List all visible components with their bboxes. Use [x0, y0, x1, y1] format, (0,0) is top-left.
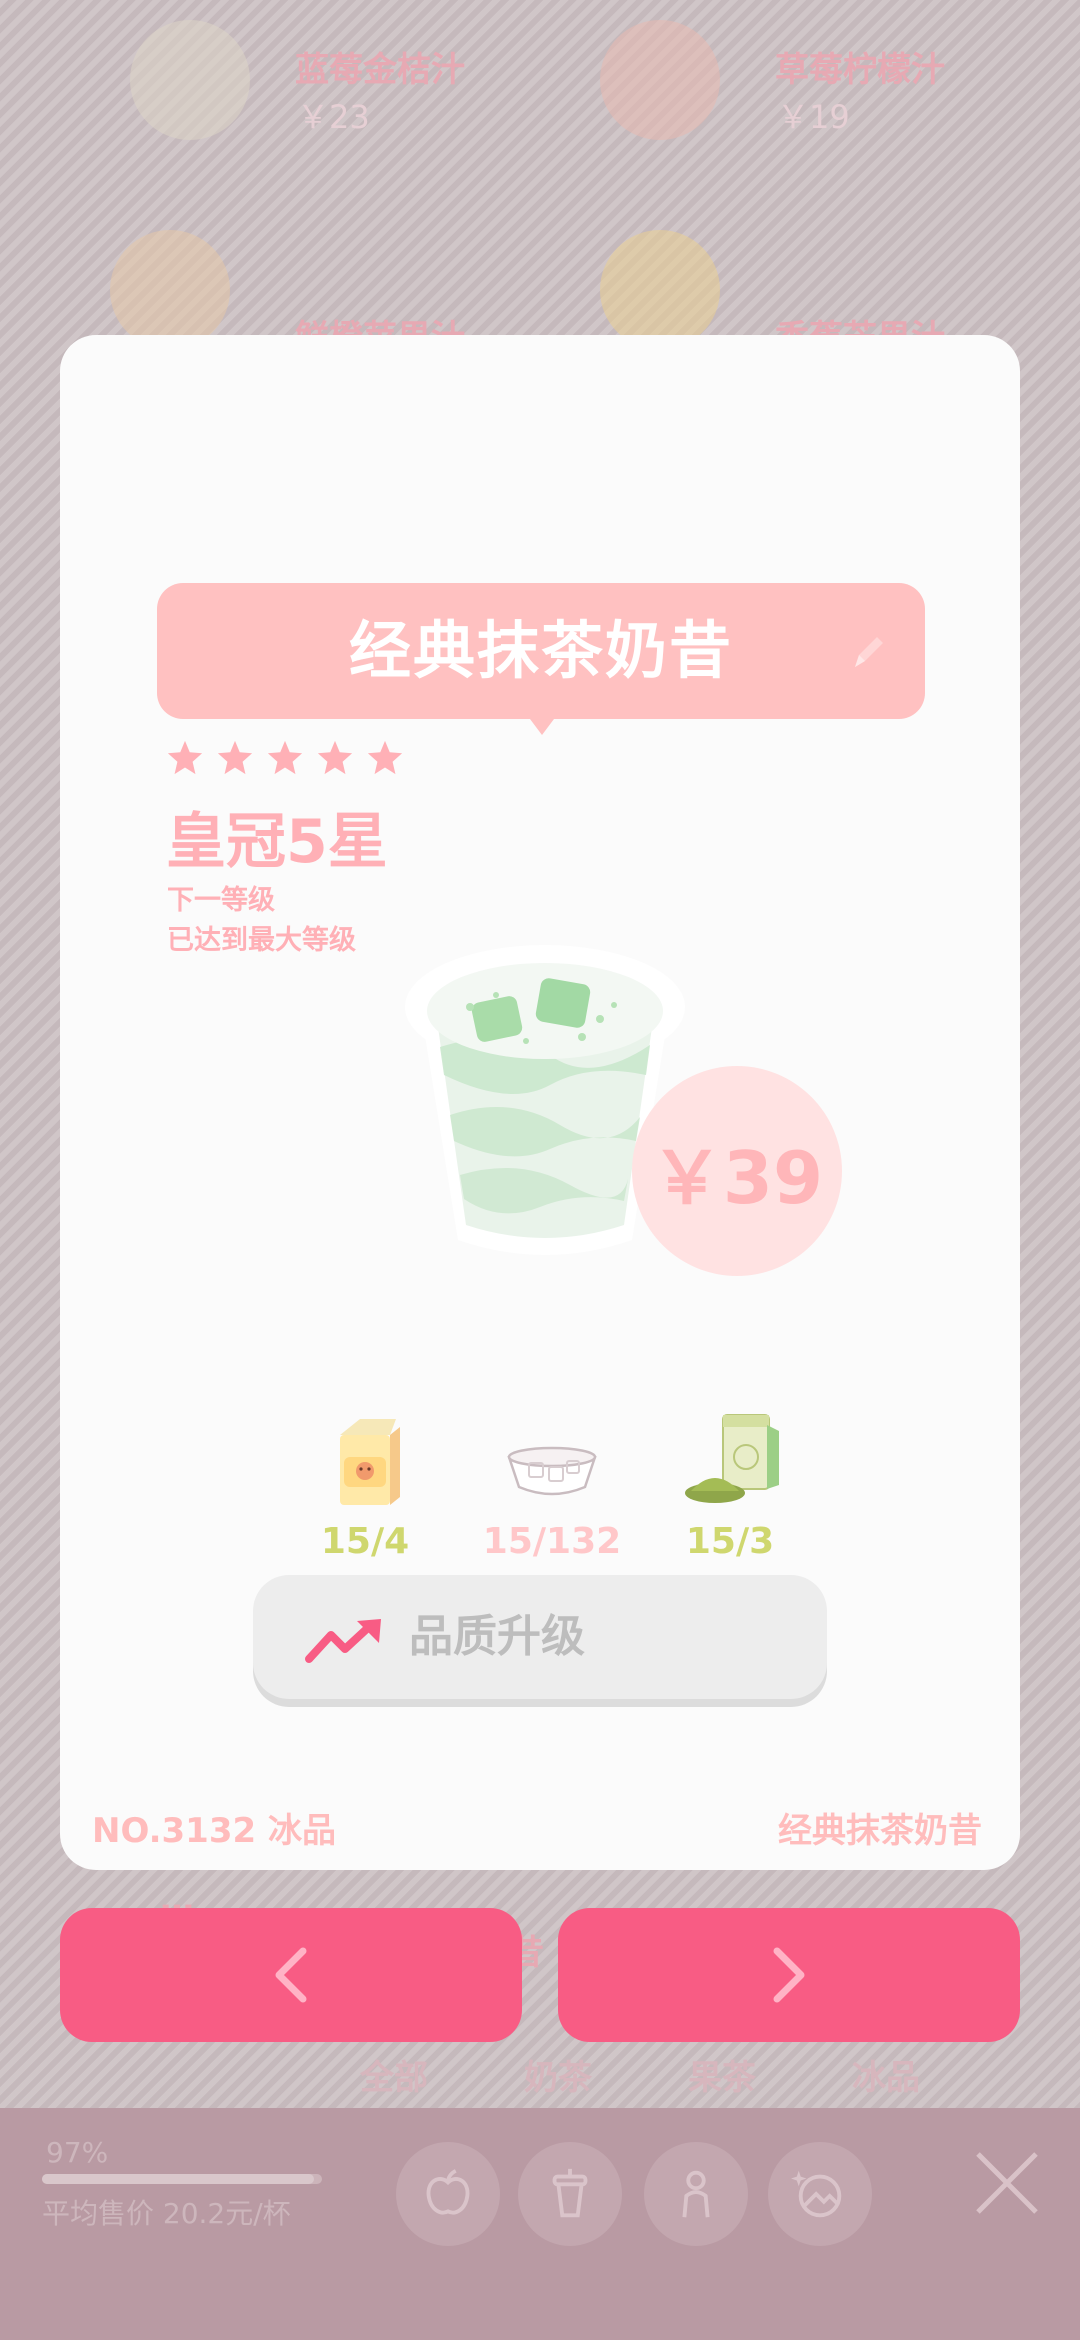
matcha-powder-icon	[685, 1414, 779, 1503]
next-level-label: 下一等级	[167, 885, 275, 916]
tab-milk-tea[interactable]: 奶茶	[524, 2050, 592, 2110]
ice-bowl-icon	[507, 1446, 597, 1496]
next-button[interactable]	[558, 1908, 1020, 2042]
apple-icon	[426, 2169, 470, 2215]
close-icon[interactable]	[972, 2148, 1042, 2218]
progress-text: 97%	[46, 2136, 109, 2169]
drink-thumbnail	[600, 230, 720, 350]
menu-item-price: ￥19	[777, 98, 850, 136]
upgrade-label: 品质升级	[409, 1611, 585, 1662]
pencil-icon[interactable]	[847, 633, 887, 673]
price-badge: ￥39	[632, 1066, 842, 1276]
star-icon	[217, 740, 253, 775]
star-icon	[267, 740, 303, 775]
ingredient-count-matcha: 15/3	[685, 1521, 775, 1562]
star-icon	[317, 740, 353, 775]
rank-title: 皇冠5星	[166, 807, 388, 877]
drink-number: NO.3132 冰品	[92, 1811, 336, 1851]
menu-item-price: ￥23	[297, 98, 370, 136]
cup-icon	[552, 2168, 588, 2218]
drink-thumbnail	[110, 230, 230, 350]
ingredient-count-milk: 15/4	[320, 1521, 410, 1562]
milk-carton-icon	[340, 1419, 400, 1505]
person-icon	[682, 2170, 710, 2218]
tab-ice[interactable]: 冰品	[852, 2050, 920, 2110]
tab-all[interactable]: 全部	[360, 2050, 428, 2110]
progress-fill	[42, 2174, 314, 2184]
ingredient-ice	[497, 1405, 607, 1519]
star-icon	[167, 740, 203, 775]
staff-button[interactable]	[644, 2142, 748, 2246]
previous-button[interactable]	[60, 1908, 522, 2042]
menu-item-name: 蓝莓金桔汁	[295, 50, 465, 90]
apple-button[interactable]	[396, 2142, 500, 2246]
drink-title: 经典抹茶奶昔	[348, 614, 733, 687]
menu-item-name: 草莓柠檬汁	[775, 50, 945, 90]
ingredient-milk	[310, 1405, 420, 1519]
chevron-left-icon	[275, 1947, 307, 2003]
drink-thumbnail	[130, 20, 250, 140]
photo-button[interactable]	[768, 2142, 872, 2246]
average-price: 平均售价 20.2元/杯	[42, 2197, 291, 2230]
photo-sparkle-icon	[791, 2170, 842, 2218]
drink-name-footer: 经典抹茶奶昔	[778, 1811, 982, 1851]
trend-up-icon	[305, 1619, 381, 1663]
price-value: ￥39	[650, 1135, 824, 1220]
ingredient-matcha	[675, 1405, 785, 1519]
star-icon	[367, 740, 403, 775]
quality-upgrade-button[interactable]: 品质升级	[253, 1575, 827, 1699]
drink-detail-modal: 经典抹茶奶昔 皇冠5星 下一等级 已达到最大等级 ￥39 15/4 15/132…	[60, 335, 1020, 1870]
star-rating	[166, 739, 404, 777]
cup-button[interactable]	[518, 2142, 622, 2246]
title-banner: 经典抹茶奶昔	[157, 583, 925, 735]
chevron-right-icon	[773, 1947, 805, 2003]
category-tabs: 全部 奶茶 果茶 冰品	[360, 2050, 920, 2110]
tab-fruit-tea[interactable]: 果茶	[688, 2050, 756, 2110]
progress-bar	[42, 2174, 322, 2184]
ingredient-count-ice: 15/132	[482, 1521, 622, 1562]
drink-thumbnail	[600, 20, 720, 140]
next-level-value: 已达到最大等级	[167, 925, 356, 956]
